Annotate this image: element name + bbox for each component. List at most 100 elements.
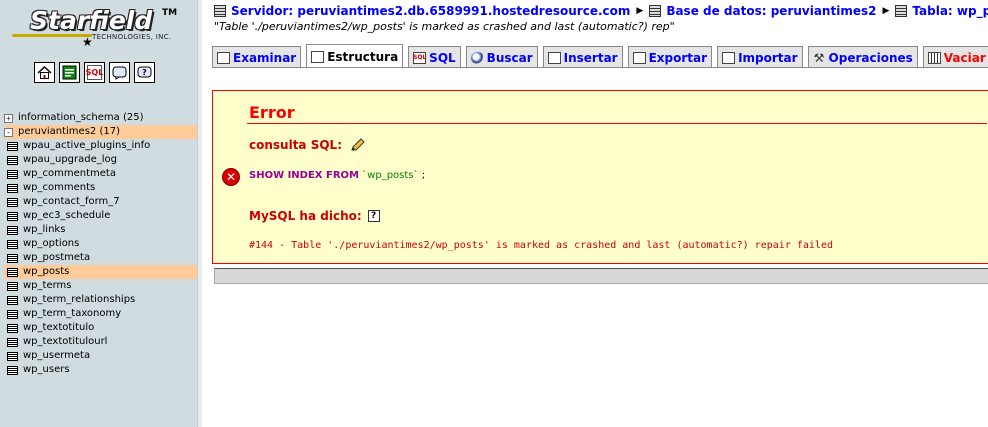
table-icon[interactable] bbox=[7, 183, 18, 193]
table-icon[interactable] bbox=[7, 197, 18, 207]
search-icon bbox=[470, 51, 484, 64]
table-name[interactable]: wp_posts bbox=[23, 265, 69, 279]
collapse-icon[interactable]: - bbox=[4, 127, 13, 137]
expand-icon[interactable]: + bbox=[4, 113, 13, 123]
tab-sql[interactable]: SQL SQL bbox=[408, 46, 461, 68]
table-icon[interactable] bbox=[7, 239, 18, 249]
table-icon[interactable] bbox=[7, 155, 18, 165]
table-icon[interactable] bbox=[7, 309, 18, 319]
sql-keyword: SHOW INDEX FROM bbox=[249, 170, 359, 181]
tab-importar[interactable]: Importar bbox=[717, 46, 803, 68]
breadcrumb-separator-icon: ▶ bbox=[882, 6, 890, 16]
main-frame: Servidor: peruviantimes2.db.6589991.host… bbox=[202, 0, 988, 427]
table-list-item[interactable]: wp_contact_form_7 bbox=[4, 195, 197, 209]
table-icon[interactable] bbox=[7, 365, 18, 375]
breadcrumb-table[interactable]: Tabla: wp_posts bbox=[912, 4, 988, 18]
table-icon[interactable] bbox=[7, 211, 18, 221]
table-icon[interactable] bbox=[7, 337, 18, 347]
table-list-item[interactable]: wp_users bbox=[4, 363, 197, 377]
tab-label: SQL bbox=[429, 50, 456, 65]
export-icon bbox=[632, 51, 646, 64]
edit-pencil-icon[interactable] bbox=[350, 138, 366, 152]
table-name[interactable]: wp_usermeta bbox=[23, 349, 90, 363]
table-list-item[interactable]: wp_textotitulo bbox=[4, 321, 197, 335]
table-name[interactable]: wp_options bbox=[23, 237, 79, 251]
table-name[interactable]: wp_textotitulourl bbox=[23, 335, 107, 349]
database-item[interactable]: - peruviantimes2 (17) bbox=[4, 125, 197, 139]
table-name[interactable]: wp_ec3_schedule bbox=[23, 209, 110, 223]
error-box: Error consulta SQL: ✕ SHOW INDEX FROM `w… bbox=[212, 90, 988, 264]
breadcrumb-server[interactable]: Servidor: peruviantimes2.db.6589991.host… bbox=[231, 4, 630, 18]
table-icon[interactable] bbox=[7, 323, 18, 333]
table-name[interactable]: wp_terms bbox=[23, 279, 72, 293]
tab-estructura[interactable]: Estructura bbox=[306, 44, 404, 68]
sql-terminator: ; bbox=[421, 170, 426, 181]
structure-icon bbox=[311, 50, 325, 63]
tab-label: Buscar bbox=[486, 50, 533, 65]
tab-operaciones[interactable]: ⚒ Operaciones bbox=[807, 46, 918, 68]
table-icon[interactable] bbox=[7, 141, 18, 151]
bottom-bar bbox=[214, 268, 988, 284]
table-name[interactable]: wp_contact_form_7 bbox=[23, 195, 120, 209]
table-name[interactable]: wp_textotitulo bbox=[23, 321, 94, 335]
table-icon[interactable] bbox=[7, 351, 18, 361]
table-icon[interactable] bbox=[7, 295, 18, 305]
table-name[interactable]: wp_term_taxonomy bbox=[23, 307, 121, 321]
sql-icon[interactable]: SQL bbox=[84, 62, 105, 83]
database-item[interactable]: + information_schema (25) bbox=[4, 111, 197, 125]
table-icon[interactable] bbox=[7, 253, 18, 263]
sql-query-label: consulta SQL: bbox=[249, 138, 366, 152]
server-icon bbox=[214, 5, 226, 17]
table-icon[interactable] bbox=[7, 225, 18, 235]
table-list-item[interactable]: wp_commentmeta bbox=[4, 167, 197, 181]
tab-insertar[interactable]: Insertar bbox=[542, 46, 623, 68]
documentation-help-icon[interactable]: ? bbox=[367, 210, 380, 222]
table-list-item[interactable]: wp_ec3_schedule bbox=[4, 209, 197, 223]
sql-table-name: `wp_posts` bbox=[362, 170, 419, 181]
table-list-item[interactable]: wp_posts bbox=[4, 265, 197, 279]
table-list-item[interactable]: wp_textotitulourl bbox=[4, 335, 197, 349]
table-name[interactable]: wp_comments bbox=[23, 181, 95, 195]
starfield-logo[interactable]: Starfield TM ★ TECHNOLOGIES, INC. bbox=[12, 6, 190, 50]
sql-query-label-text: consulta SQL: bbox=[249, 138, 342, 152]
home-icon[interactable] bbox=[34, 62, 55, 83]
tab-divider bbox=[212, 67, 988, 68]
table-list-item[interactable]: wpau_active_plugins_info bbox=[4, 139, 197, 153]
tab-buscar[interactable]: Buscar bbox=[465, 46, 538, 68]
empty-icon bbox=[927, 51, 941, 64]
table-list-item[interactable]: wpau_upgrade_log bbox=[4, 153, 197, 167]
help-icon[interactable]: ? bbox=[134, 62, 155, 83]
table-list-item[interactable]: wp_options bbox=[4, 237, 197, 251]
logo-trademark: TM bbox=[162, 8, 178, 18]
table-name[interactable]: wpau_upgrade_log bbox=[23, 153, 117, 167]
table-icon[interactable] bbox=[7, 281, 18, 291]
docs-icon[interactable] bbox=[109, 62, 130, 83]
tab-vaciar[interactable]: Vaciar bbox=[922, 46, 988, 68]
database-name[interactable]: peruviantimes2 (17) bbox=[18, 125, 120, 139]
table-icon[interactable] bbox=[7, 169, 18, 179]
table-icon[interactable] bbox=[7, 267, 18, 277]
table-list-item[interactable]: wp_comments bbox=[4, 181, 197, 195]
tab-examinar[interactable]: Examinar bbox=[212, 46, 302, 68]
table-name[interactable]: wp_users bbox=[23, 363, 70, 377]
table-list-item[interactable]: wp_terms bbox=[4, 279, 197, 293]
tab-label: Exportar bbox=[648, 50, 708, 65]
table-name[interactable]: wp_term_relationships bbox=[23, 293, 135, 307]
table-list-item[interactable]: wp_postmeta bbox=[4, 251, 197, 265]
svg-text:?: ? bbox=[142, 68, 147, 77]
table-list-item[interactable]: wp_term_relationships bbox=[4, 293, 197, 307]
sql-query-window-icon[interactable] bbox=[59, 62, 80, 83]
table-name[interactable]: wp_postmeta bbox=[23, 251, 90, 265]
table-name[interactable]: wpau_active_plugins_info bbox=[23, 139, 150, 153]
tab-label: Insertar bbox=[563, 50, 618, 65]
table-icon bbox=[895, 5, 908, 17]
table-list-item[interactable]: wp_term_taxonomy bbox=[4, 307, 197, 321]
table-name[interactable]: wp_links bbox=[23, 223, 65, 237]
tab-exportar[interactable]: Exportar bbox=[627, 46, 713, 68]
table-list-item[interactable]: wp_usermeta bbox=[4, 349, 197, 363]
logo-subtitle: TECHNOLOGIES, INC. bbox=[92, 33, 172, 41]
breadcrumb-database[interactable]: Base de datos: peruviantimes2 bbox=[666, 4, 876, 18]
database-name[interactable]: information_schema (25) bbox=[18, 111, 144, 125]
table-list-item[interactable]: wp_links bbox=[4, 223, 197, 237]
table-name[interactable]: wp_commentmeta bbox=[23, 167, 116, 181]
